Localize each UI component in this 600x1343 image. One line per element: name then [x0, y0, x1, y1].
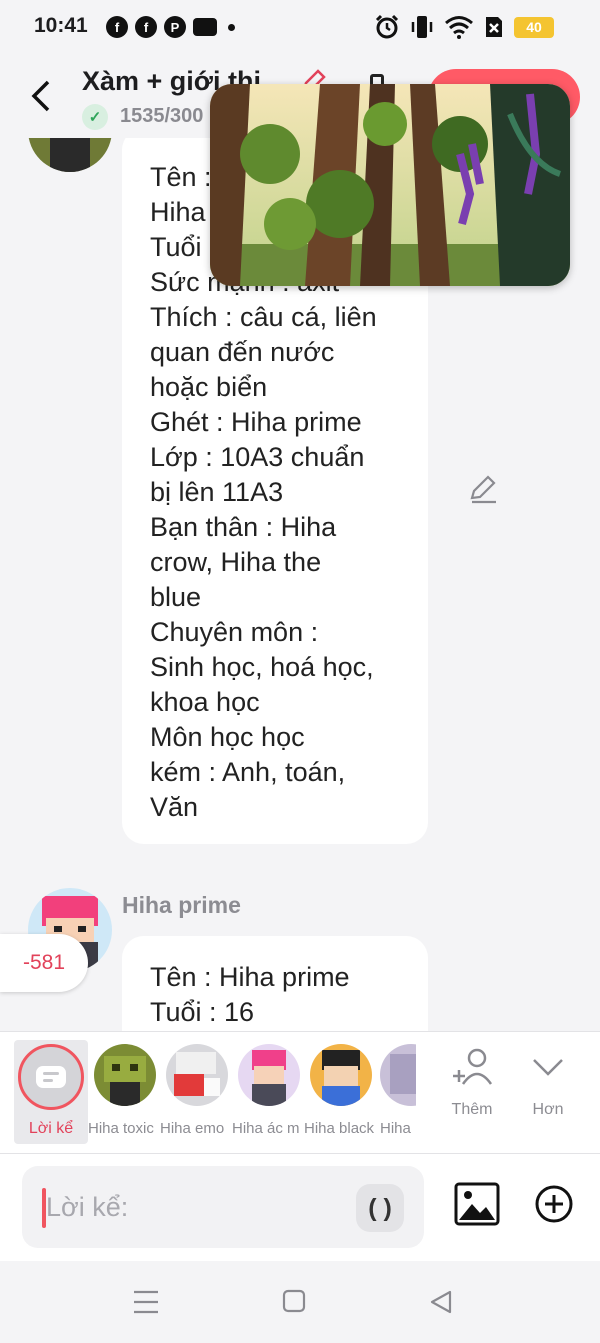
- add-icon[interactable]: [534, 1184, 574, 1224]
- more-label: Hơn: [532, 1101, 564, 1118]
- more-button[interactable]: Hơn: [518, 1046, 578, 1119]
- message-line: Ghét : Hiha prime: [150, 407, 362, 437]
- message-line: Chuyên môn :: [150, 617, 319, 647]
- system-nav-bar: [0, 1261, 600, 1343]
- battery-indicator: 40: [514, 16, 554, 38]
- avatar: [166, 1044, 228, 1106]
- character-hiha-emo[interactable]: Hiha emo: [160, 1044, 230, 1144]
- sender-name: Hiha prime: [122, 892, 241, 918]
- character-label: Hiha toxic: [88, 1120, 154, 1137]
- pinterest-icon: P: [164, 16, 186, 38]
- image-icon[interactable]: [454, 1182, 500, 1226]
- message-line: Tuổi : 16: [150, 997, 255, 1027]
- character-label: Hiha black: [304, 1120, 375, 1137]
- input-container[interactable]: ( ): [22, 1166, 424, 1248]
- avatar: [380, 1044, 416, 1106]
- avatar: [94, 1044, 156, 1106]
- message-line: Sinh học, hoá học,: [150, 652, 374, 682]
- status-bar: 10:41 f f P 40: [0, 0, 600, 54]
- back-arrow-icon[interactable]: [28, 76, 56, 116]
- message-line: quan đến nước: [150, 337, 335, 367]
- message-input[interactable]: [46, 1180, 346, 1234]
- avatar: [238, 1044, 300, 1106]
- character-hiha-toxic[interactable]: Hiha toxic: [88, 1044, 158, 1144]
- status-app-icons: f f P: [106, 16, 235, 38]
- add-label: Thêm: [451, 1101, 493, 1118]
- facebook-icon: f: [135, 16, 157, 38]
- narrator-label: Lời kể: [28, 1120, 74, 1137]
- message-bubble[interactable]: Tên : Hiha prime Tuổi : 16: [122, 936, 428, 1031]
- message-line: khoa học: [150, 687, 260, 717]
- edit-message-icon[interactable]: [468, 474, 498, 504]
- add-character-button[interactable]: Thêm: [442, 1046, 502, 1119]
- parenthesis-button[interactable]: ( ): [356, 1184, 404, 1232]
- narrator-button[interactable]: Lời kể: [14, 1040, 88, 1144]
- wifi-icon: [445, 16, 473, 39]
- character-count: 1535/300: [120, 105, 204, 127]
- status-time: 10:41: [34, 14, 88, 37]
- alarm-icon: [375, 14, 399, 39]
- character-hiha-ac-m[interactable]: Hiha ác m: [232, 1044, 302, 1144]
- facebook-icon: f: [106, 16, 128, 38]
- youtube-icon: [193, 18, 217, 36]
- character-hiha-black[interactable]: Hiha black: [304, 1044, 374, 1144]
- vibrate-icon: [411, 16, 433, 38]
- character-hiha[interactable]: Hiha: [380, 1044, 416, 1144]
- message-line: Tên : Hiha prime: [150, 962, 350, 992]
- chevron-down-icon: [533, 1059, 563, 1076]
- message-line: blue: [150, 582, 202, 612]
- picture-in-picture-video[interactable]: [210, 84, 570, 286]
- add-user-icon: [453, 1048, 493, 1085]
- message-line: Môn học học: [150, 722, 305, 752]
- message-line: Thích : câu cá, liên: [150, 302, 377, 332]
- character-selector-bar: Lời kể Hiha toxic Hiha emo Hiha ác m Hih…: [0, 1031, 600, 1153]
- character-label: Hiha: [380, 1120, 411, 1137]
- message-line: Văn: [150, 792, 199, 822]
- message-line: crow, Hiha the: [150, 547, 322, 577]
- back-triangle-icon[interactable]: [428, 1289, 454, 1315]
- menu-icon[interactable]: [132, 1289, 160, 1315]
- status-right: 40: [374, 14, 554, 40]
- message-line: hoặc biển: [150, 372, 268, 402]
- check-icon: ✓: [82, 104, 108, 130]
- character-label: Hiha ác m: [232, 1120, 300, 1137]
- message-line: Bạn thân : Hiha: [150, 512, 337, 542]
- no-sim-icon: [486, 17, 502, 37]
- narrator-icon: [18, 1044, 84, 1110]
- home-icon[interactable]: [282, 1289, 306, 1313]
- message-line: bị lên 11A3: [150, 477, 284, 507]
- message-input-bar: ( ): [0, 1153, 600, 1261]
- more-notifications-icon: [228, 23, 235, 31]
- message-line: Lớp : 10A3 chuẩn: [150, 442, 365, 472]
- avatar: [310, 1044, 372, 1106]
- character-label: Hiha emo: [160, 1120, 225, 1137]
- message-line: kém : Anh, toán,: [150, 757, 346, 787]
- vote-count-badge[interactable]: -581: [0, 934, 88, 992]
